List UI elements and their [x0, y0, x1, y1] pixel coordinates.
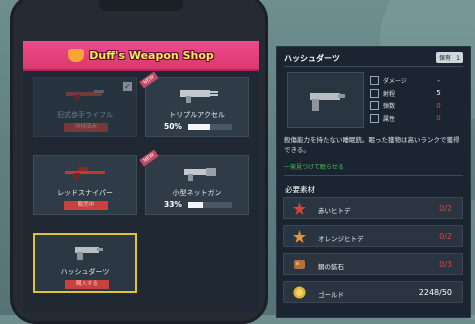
- weapon-card-red-sniper[interactable]: レッドスナイパー 販売中: [33, 155, 137, 215]
- material-count: 0/2: [439, 232, 452, 241]
- shop-banner: Duff's Weapon Shop: [23, 41, 259, 71]
- gold-coin-icon: [293, 286, 306, 299]
- weapon-card-net-gun[interactable]: NEW 小型ネットガン 33%: [139, 149, 249, 215]
- copper-ore-icon: [294, 260, 305, 269]
- material-row: 銅の鉱石 0/3: [283, 253, 463, 275]
- stat-row: ダメージ -: [370, 75, 462, 86]
- owned-count-badge: 保有 1: [436, 52, 463, 63]
- dart-pistol-icon: [310, 93, 345, 111]
- progress-fill: [188, 202, 203, 208]
- card-price-tag: 所持済み: [64, 123, 108, 132]
- weapon-note: 一発見つけて眠らせる: [284, 164, 344, 171]
- shop-title: Duff's Weapon Shop: [89, 48, 214, 62]
- divider: [284, 175, 463, 176]
- stat-value: -: [437, 76, 440, 85]
- progress-fill: [188, 124, 210, 130]
- detail-title: ハッシュダーツ: [284, 54, 340, 63]
- phone-frame: Duff's Weapon Shop ✓ 旧式歩手ライフル 所持済み NEW ト…: [10, 0, 268, 324]
- materials-heading: 必要素材: [285, 185, 315, 194]
- card-name: ハッシュダーツ: [60, 268, 110, 276]
- weapon-detail-panel: ハッシュダーツ 保有 1 ダメージ - 射程 5 弾数 0 属性 0 殺傷能力を持たない睡…: [276, 46, 471, 318]
- material-row: オレンジヒトデ 0/2: [283, 225, 463, 247]
- stat-row: 属性 0: [370, 113, 462, 124]
- net-gun-icon: [184, 168, 216, 181]
- card-name: 小型ネットガン: [172, 189, 222, 197]
- progress-percent: 50%: [164, 122, 182, 131]
- stats-list: ダメージ - 射程 5 弾数 0 属性 0: [370, 75, 462, 125]
- gatling-gun-icon: [180, 90, 218, 103]
- stat-bullet-icon: [370, 101, 379, 110]
- divider: [284, 66, 463, 67]
- stat-bullet-icon: [370, 113, 379, 123]
- dart-pistol-icon: [75, 247, 103, 260]
- card-price-tag: 販売中: [64, 201, 108, 210]
- progress-percent: 33%: [164, 200, 182, 209]
- stat-value: 0: [436, 101, 441, 110]
- material-count: 0/2: [439, 204, 452, 213]
- material-count: 0/3: [439, 260, 452, 269]
- card-name: トリプルアクセル: [169, 111, 225, 119]
- stat-value: 5: [436, 89, 441, 97]
- weapon-description: 殺傷能力を持たない睡眠銃。眠った獲物は高いランクで獲得できる。: [284, 136, 460, 154]
- new-badge: NEW: [139, 149, 159, 167]
- owned-label: 保有: [439, 55, 452, 62]
- stat-row: 弾数 0: [370, 100, 462, 111]
- card-name: レッドスナイパー: [57, 189, 113, 197]
- owned-check-icon: ✓: [123, 82, 132, 91]
- sniper-rifle-icon: [65, 167, 105, 179]
- progress-bar: [188, 124, 232, 130]
- card-price-tag: 購入する: [65, 280, 109, 289]
- weapon-card-old-rifle[interactable]: ✓ 旧式歩手ライフル 所持済み: [33, 77, 137, 137]
- rifle-icon: [66, 90, 104, 101]
- weapon-card-hash-darts[interactable]: ハッシュダーツ 購入する: [33, 233, 137, 293]
- owned-count: 1: [456, 55, 460, 62]
- weapon-card-triple-axel[interactable]: NEW トリプルアクセル 50%: [139, 71, 249, 137]
- progress-bar: [188, 202, 232, 208]
- stat-value: 0: [436, 114, 441, 122]
- red-starfish-icon: [293, 202, 306, 215]
- stat-bullet-icon: [370, 76, 379, 85]
- weapon-preview: [287, 72, 364, 128]
- shop-screen: Duff's Weapon Shop ✓ 旧式歩手ライフル 所持済み NEW ト…: [23, 41, 259, 313]
- material-row: 赤いヒトデ 0/2: [283, 197, 463, 219]
- new-badge: NEW: [139, 71, 159, 89]
- cat-logo-icon: [68, 48, 85, 62]
- orange-starfish-icon: [293, 230, 306, 243]
- stat-bullet-icon: [370, 88, 379, 98]
- card-name: 旧式歩手ライフル: [57, 111, 113, 119]
- stat-row: 射程 5: [370, 88, 462, 99]
- phone-notch: [99, 0, 183, 11]
- material-row: ゴールド 2248/50: [283, 281, 463, 303]
- material-count: 2248/50: [418, 288, 452, 297]
